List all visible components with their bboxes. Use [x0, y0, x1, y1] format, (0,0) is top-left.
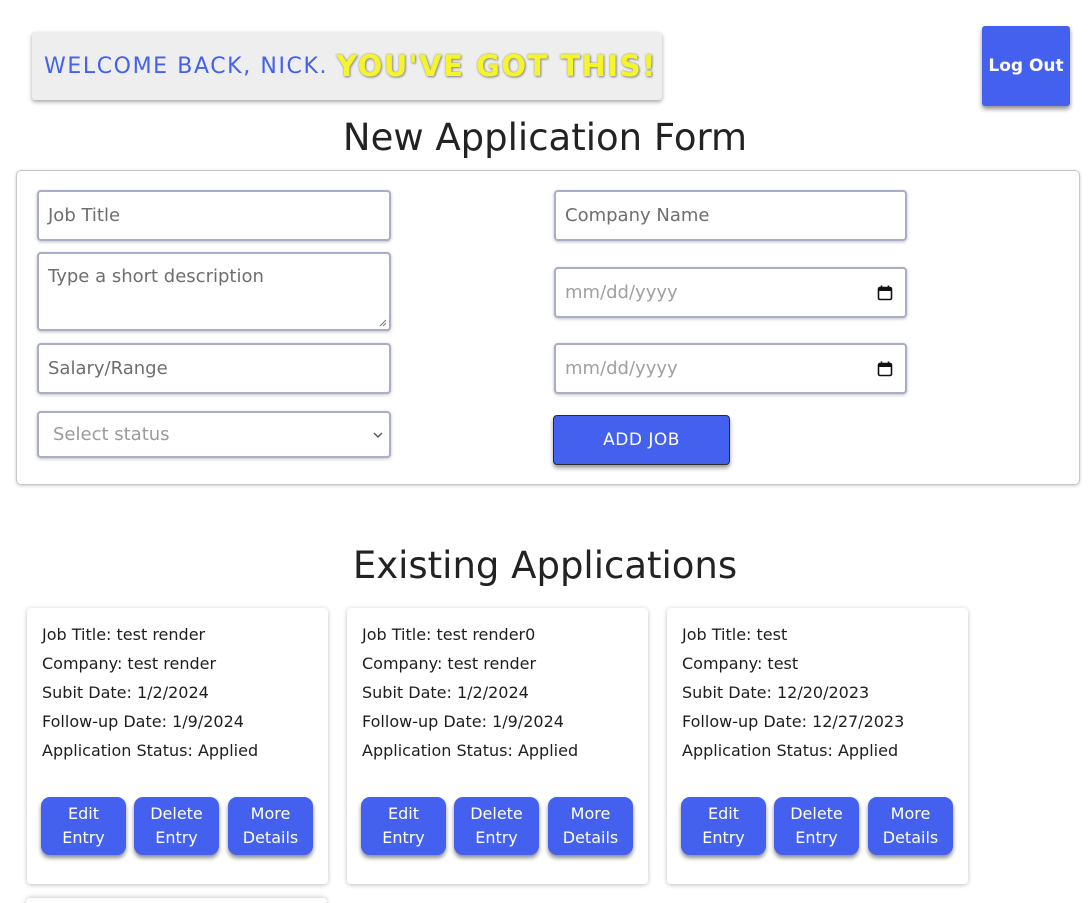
form-title: New Application Form — [342, 116, 748, 159]
card-submit-date: Subit Date: 1/2/2024 — [42, 683, 209, 702]
card-company: Company: test — [682, 654, 799, 673]
job-title-placeholder: Job Title — [48, 205, 121, 226]
card-followup-date: Follow-up Date: 1/9/2024 — [362, 712, 564, 731]
salary-placeholder: Salary/Range — [48, 358, 168, 379]
edit-entry-button[interactable]: Edit Entry — [681, 797, 766, 855]
card-followup-date: Follow-up Date: 12/27/2023 — [682, 712, 905, 731]
edit-entry-button[interactable]: Edit Entry — [41, 797, 126, 855]
salary-input[interactable]: Salary/Range — [37, 343, 391, 394]
calendar-icon[interactable] — [877, 361, 893, 377]
welcome-cheer-text: YOU'VE GOT THIS! — [336, 49, 657, 83]
delete-entry-button[interactable]: Delete Entry — [454, 797, 539, 855]
card-status: Application Status: Applied — [42, 741, 259, 760]
more-details-button[interactable]: More Details — [228, 797, 313, 855]
company-name-placeholder: Company Name — [565, 205, 710, 226]
card-job-title: Job Title: test render0 — [362, 625, 536, 644]
delete-entry-label: Delete Entry — [470, 804, 523, 847]
description-placeholder: Type a short description — [48, 266, 264, 287]
card-job-title: Job Title: test render — [42, 625, 206, 644]
edit-entry-button[interactable]: Edit Entry — [361, 797, 446, 855]
followup-date-input[interactable]: mm/dd/yyyy — [554, 343, 907, 394]
application-card: Job Title: test Company: test Subit Date… — [667, 608, 968, 884]
chevron-down-icon — [373, 432, 383, 438]
more-details-button[interactable]: More Details — [548, 797, 633, 855]
company-name-input[interactable]: Company Name — [554, 190, 907, 241]
followup-date-placeholder: mm/dd/yyyy — [565, 358, 678, 379]
job-title-input[interactable]: Job Title — [37, 190, 391, 241]
more-details-label: More Details — [562, 804, 619, 847]
description-textarea[interactable]: Type a short description — [37, 252, 391, 331]
edit-entry-label: Edit Entry — [382, 804, 425, 847]
delete-entry-label: Delete Entry — [150, 804, 203, 847]
existing-applications-title: Existing Applications — [352, 544, 738, 587]
delete-entry-button[interactable]: Delete Entry — [134, 797, 219, 855]
edit-entry-label: Edit Entry — [62, 804, 105, 847]
card-job-title: Job Title: test — [682, 625, 788, 644]
welcome-banner: WELCOME BACK, NICK. YOU'VE GOT THIS! — [32, 32, 662, 100]
calendar-icon[interactable] — [877, 285, 893, 301]
more-details-label: More Details — [242, 804, 299, 847]
card-status: Application Status: Applied — [682, 741, 899, 760]
log-out-button[interactable]: Log Out — [982, 26, 1070, 106]
card-submit-date: Subit Date: 1/2/2024 — [362, 683, 529, 702]
card-followup-date: Follow-up Date: 1/9/2024 — [42, 712, 244, 731]
card-submit-date: Subit Date: 12/20/2023 — [682, 683, 870, 702]
card-company: Company: test render — [42, 654, 217, 673]
delete-entry-label: Delete Entry — [790, 804, 843, 847]
delete-entry-button[interactable]: Delete Entry — [774, 797, 859, 855]
submit-date-placeholder: mm/dd/yyyy — [565, 282, 678, 303]
application-card-partial — [26, 898, 327, 903]
status-select[interactable]: Select status — [37, 411, 391, 458]
application-card: Job Title: test render0 Company: test re… — [347, 608, 648, 884]
submit-date-input[interactable]: mm/dd/yyyy — [554, 267, 907, 318]
status-placeholder: Select status — [53, 424, 170, 445]
card-status: Application Status: Applied — [362, 741, 579, 760]
card-company: Company: test render — [362, 654, 537, 673]
edit-entry-label: Edit Entry — [702, 804, 745, 847]
resize-grip-icon[interactable] — [379, 319, 387, 327]
job-tracker-page: WELCOME BACK, NICK. YOU'VE GOT THIS! Log… — [0, 0, 1090, 903]
more-details-button[interactable]: More Details — [868, 797, 953, 855]
add-job-button[interactable]: ADD JOB — [553, 415, 730, 465]
welcome-text: WELCOME BACK, NICK. — [44, 53, 329, 79]
application-card: Job Title: test render Company: test ren… — [27, 608, 328, 884]
more-details-label: More Details — [882, 804, 939, 847]
